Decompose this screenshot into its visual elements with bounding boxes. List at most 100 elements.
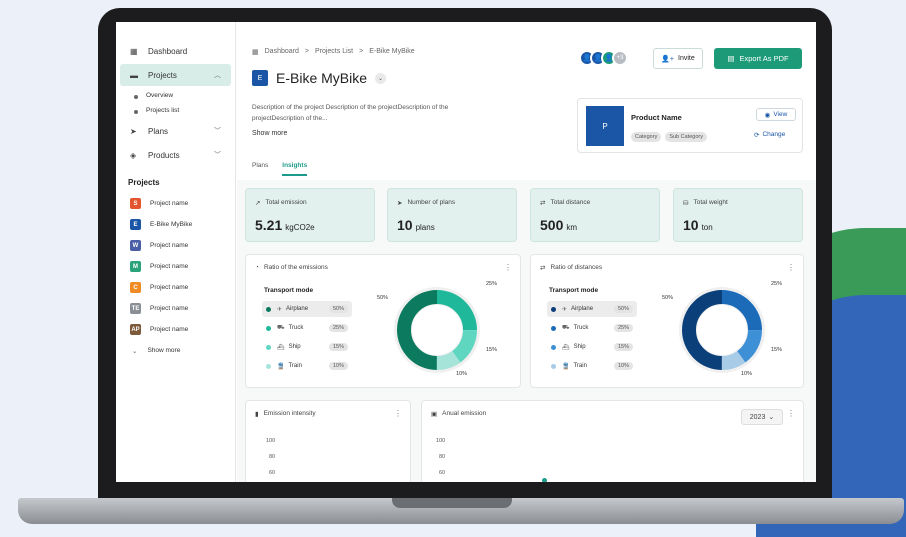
ship-icon: ⛴ [277, 344, 285, 351]
distance-ratio-panel: ⇄ Ratio of distances ⋮ Transport mode ✈ Ai… [530, 254, 804, 388]
legend-percent: 10% [613, 362, 633, 370]
show-more-projects[interactable]: ⌄ Show more [116, 340, 235, 361]
sidebar-item-products[interactable]: ◈ Products ﹀ [120, 144, 231, 166]
project-list-item[interactable]: TE Project name [116, 298, 235, 319]
panel-title-text: Emission intensity [263, 410, 316, 417]
sidebar-subitem-overview[interactable]: Overview [116, 88, 235, 103]
sidebar-item-dashboard[interactable]: ▦ Dashboard [120, 40, 231, 62]
project-list-item[interactable]: C Project name [116, 277, 235, 298]
box-icon: ◈ [130, 150, 137, 160]
more-vert-icon[interactable]: ⋮ [787, 409, 795, 418]
transport-mode-title: Transport mode [549, 287, 599, 294]
legend-dot [551, 344, 556, 350]
donut-label: 10% [741, 371, 753, 377]
chevron-down-icon: ﹀ [214, 152, 221, 159]
panel-title: ▣ Anual emission [431, 410, 486, 418]
legend-dot [266, 306, 271, 312]
y-tick: 60 [439, 470, 446, 476]
legend-row[interactable]: 🚆 Train 10% [262, 358, 352, 374]
legend-label: Train [573, 363, 587, 369]
transport-mode-title: Transport mode [264, 287, 314, 294]
legend-row[interactable]: ⛟ Truck 25% [547, 320, 637, 336]
train-icon: 🚆 [562, 363, 570, 370]
breadcrumb-separator: > [359, 48, 364, 55]
sidebar-subitem-projects-list[interactable]: Projects list [116, 103, 235, 118]
project-list: S Project name E E-Bike MyBike W Project name… [116, 193, 235, 340]
category-chip: Category [631, 132, 662, 142]
project-switch-button[interactable]: ⌄ [375, 72, 387, 84]
legend-percent: 25% [328, 324, 348, 332]
stat-number: 10 [397, 217, 413, 233]
emission-intensity-panel: ▮ Emission intensity ⋮ 100 80 60 [245, 400, 411, 482]
stat-total-weight: ⛁ Total weight 10 ton [673, 188, 803, 242]
legend-row[interactable]: ⛴ Ship 15% [547, 339, 637, 355]
project-label: Project name [150, 263, 189, 270]
panel-title: ⇄ Ratio of distances [540, 264, 602, 272]
project-list-item[interactable]: W Project name [116, 235, 235, 256]
stat-total-distance: ⇄ Total distance 500 km [530, 188, 660, 242]
legend-percent: 10% [328, 362, 348, 370]
change-product-link[interactable]: ⟳ Change [754, 131, 785, 139]
avatar-group[interactable]: 👤 👤 👤 +3 [579, 50, 628, 66]
breadcrumb-separator: > [304, 48, 309, 55]
project-icon: M [130, 261, 141, 272]
stat-label: ⛁ Total weight [683, 199, 728, 207]
product-tags: Category Sub Category [631, 132, 707, 142]
show-more-link[interactable]: Show more [252, 130, 287, 137]
project-list-item[interactable]: E E-Bike MyBike [116, 214, 235, 235]
legend-row[interactable]: ✈ Airplane 50% [547, 301, 637, 317]
invite-button[interactable]: 👤+ Invite [653, 48, 703, 69]
breadcrumb-projects-list[interactable]: Projects List [315, 48, 353, 56]
sidebar-item-label: Products [148, 150, 180, 160]
breadcrumb-dashboard[interactable]: Dashboard [265, 48, 299, 56]
panel-title-text: Ratio of the emissions [263, 264, 328, 271]
legend-row[interactable]: ⛟ Truck 25% [262, 320, 352, 336]
stat-label-text: Total distance [550, 199, 591, 206]
legend-label: Truck [573, 325, 589, 331]
more-vert-icon[interactable]: ⋮ [504, 263, 512, 272]
legend-row[interactable]: 🚆 Train 10% [547, 358, 637, 374]
panel-title-text: Anual emission [442, 410, 487, 417]
ship-icon: ⛴ [562, 344, 570, 351]
export-pdf-button[interactable]: ▤ Export As PDF [714, 48, 802, 69]
stat-label-text: Total emission [265, 199, 307, 206]
chart-icon: ▣ [431, 411, 438, 418]
sidebar-item-plans[interactable]: ➤ Plans ﹀ [120, 120, 231, 142]
project-list-item[interactable]: S Project name [116, 193, 235, 214]
legend-row[interactable]: ⛴ Ship 15% [262, 339, 352, 355]
legend-percent: 50% [613, 305, 633, 313]
legend-label: Truck [288, 325, 304, 331]
donut-chart [394, 287, 480, 373]
more-vert-icon[interactable]: ⋮ [394, 409, 402, 418]
breadcrumb-icon: ▦ [252, 49, 259, 56]
y-tick: 100 [266, 438, 276, 444]
y-tick: 80 [269, 454, 276, 460]
project-icon: S [130, 198, 141, 209]
year-select[interactable]: 2023 ⌄ [741, 409, 783, 425]
emissions-ratio-panel: ◔ Ratio of the emissions ⋮ Transport mode… [245, 254, 521, 388]
project-list-item[interactable]: M Project name [116, 256, 235, 277]
project-label: Project name [150, 305, 189, 312]
weight-icon: ⛁ [683, 200, 689, 207]
bar-chart-icon: ▮ [255, 411, 259, 418]
more-vert-icon[interactable]: ⋮ [787, 263, 795, 272]
tab-insights[interactable]: Insights [282, 162, 308, 176]
project-label: E-Bike MyBike [150, 221, 193, 228]
y-tick: 100 [436, 438, 446, 444]
stat-label: ⇄ Total distance [540, 199, 590, 207]
sidebar-item-projects[interactable]: ▬ Projects ︿ [120, 64, 231, 86]
legend-dot [551, 363, 556, 369]
donut-label: 50% [662, 295, 674, 301]
legend-row[interactable]: ✈ Airplane 50% [262, 301, 352, 317]
product-name: Product Name [631, 113, 682, 122]
tab-plans[interactable]: Plans [252, 162, 268, 176]
stat-label: ➤ Number of plans [397, 199, 455, 207]
main-content: ▦ Dashboard > Projects List > E-Bike MyB… [237, 22, 816, 482]
project-label: Project name [150, 284, 189, 291]
donut-label: 15% [771, 347, 783, 353]
view-product-button[interactable]: ◉ View [756, 108, 796, 121]
project-icon: AP [130, 324, 141, 335]
project-list-item[interactable]: AP Project name [116, 319, 235, 340]
airplane-icon: ✈ [277, 306, 283, 313]
dashboard-icon: ▦ [130, 46, 138, 56]
